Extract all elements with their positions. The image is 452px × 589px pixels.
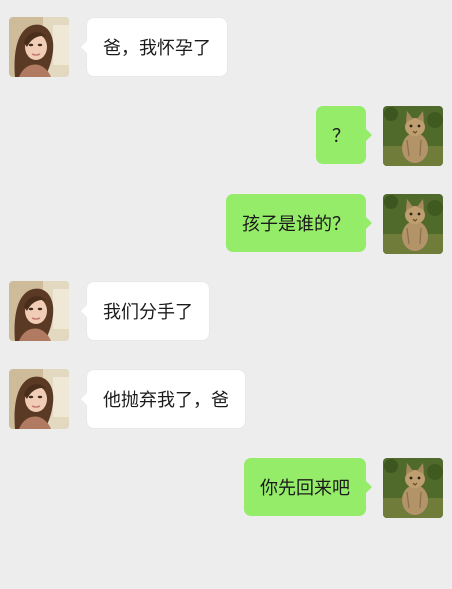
message-text: 我们分手了 [103,302,193,323]
message-bubble-outgoing[interactable]: 你先回来吧 [244,458,372,516]
message-text: 他抛弃我了，爸 [103,390,229,411]
girl-avatar[interactable] [9,17,69,77]
cat-avatar[interactable] [383,106,443,166]
message-bubble-incoming[interactable]: 爸，我怀孕了 [81,18,227,76]
message-text: ？ [332,126,350,147]
girl-avatar[interactable] [9,281,69,341]
message-text: 孩子是谁的？ [242,214,350,235]
girl-avatar[interactable] [9,369,69,429]
message-text: 你先回来吧 [260,478,350,499]
cat-avatar[interactable] [383,194,443,254]
cat-avatar[interactable] [383,458,443,518]
message-bubble-outgoing[interactable]: 孩子是谁的？ [226,194,372,252]
message-bubble-incoming[interactable]: 他抛弃我了，爸 [81,370,245,428]
message-bubble-incoming[interactable]: 我们分手了 [81,282,209,340]
message-text: 爸，我怀孕了 [103,38,211,59]
message-bubble-outgoing[interactable]: ？ [316,106,372,164]
chat-area: 爸，我怀孕了 ？ 孩子是谁的？ 我们分手了 他抛弃我了，爸 你先回来吧 [0,0,452,589]
